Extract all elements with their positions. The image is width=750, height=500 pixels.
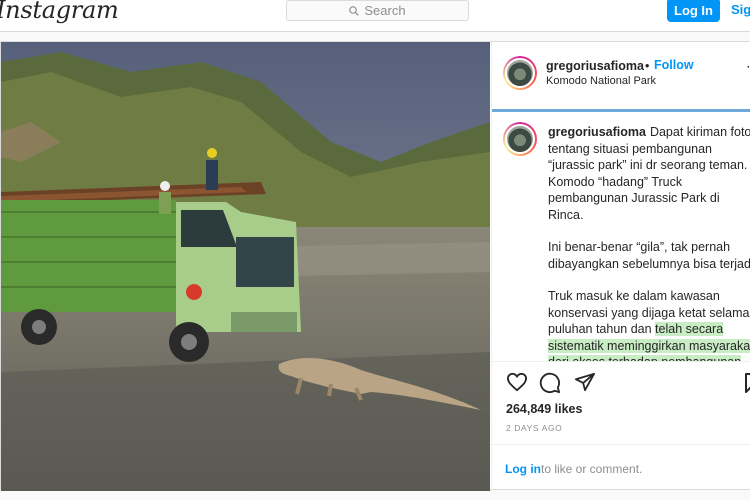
post-card: gregoriusafioma • Follow Komodo National… <box>0 41 750 491</box>
top-navigation-bar: Instagram Search Log In Sign Up <box>0 0 750 32</box>
post-header: gregoriusafioma • Follow Komodo National… <box>492 42 750 112</box>
login-button[interactable]: Log In <box>667 0 720 22</box>
comments-panel[interactable]: gregoriusafioma Dapat kiriman foto tentan… <box>492 112 750 362</box>
caption-username[interactable]: gregoriusafioma <box>548 125 646 139</box>
post-sidebar: gregoriusafioma • Follow Komodo National… <box>491 42 750 491</box>
action-bar <box>492 362 750 402</box>
post-timestamp[interactable]: 2 DAYS AGO <box>506 423 562 433</box>
caption-paragraph-1: Dapat kiriman foto tentang situasi pemba… <box>548 125 750 222</box>
search-icon <box>349 5 360 16</box>
instagram-logo[interactable]: Instagram <box>0 0 119 24</box>
search-placeholder: Search <box>364 3 406 18</box>
like-count[interactable]: 264,849 likes <box>506 402 582 416</box>
search-input[interactable]: Search <box>286 0 469 21</box>
more-icon[interactable]: ⋯ <box>746 58 750 75</box>
caption-paragraph-2: Ini benar-benar “gila”, tak pernah dibay… <box>548 240 750 271</box>
share-icon[interactable] <box>574 372 596 392</box>
login-prompt: Log in to like or comment. <box>492 444 750 491</box>
separator-dot: • <box>645 59 650 73</box>
avatar[interactable] <box>503 56 537 90</box>
login-prompt-text: to like or comment. <box>541 462 643 476</box>
photo-truck-komodo-scene <box>1 42 490 491</box>
follow-button[interactable]: Follow <box>654 58 694 72</box>
signup-link[interactable]: Sign Up <box>731 2 750 17</box>
post-photo[interactable] <box>1 42 490 491</box>
heart-icon[interactable] <box>506 372 528 392</box>
avatar[interactable] <box>503 122 537 156</box>
username[interactable]: gregoriusafioma <box>546 59 644 73</box>
post-caption: gregoriusafioma Dapat kiriman foto tentan… <box>548 124 750 361</box>
location-link[interactable]: Komodo National Park <box>546 75 656 87</box>
bookmark-icon[interactable] <box>744 372 750 394</box>
comment-icon[interactable] <box>539 372 561 394</box>
login-link[interactable]: Log in <box>505 462 541 476</box>
